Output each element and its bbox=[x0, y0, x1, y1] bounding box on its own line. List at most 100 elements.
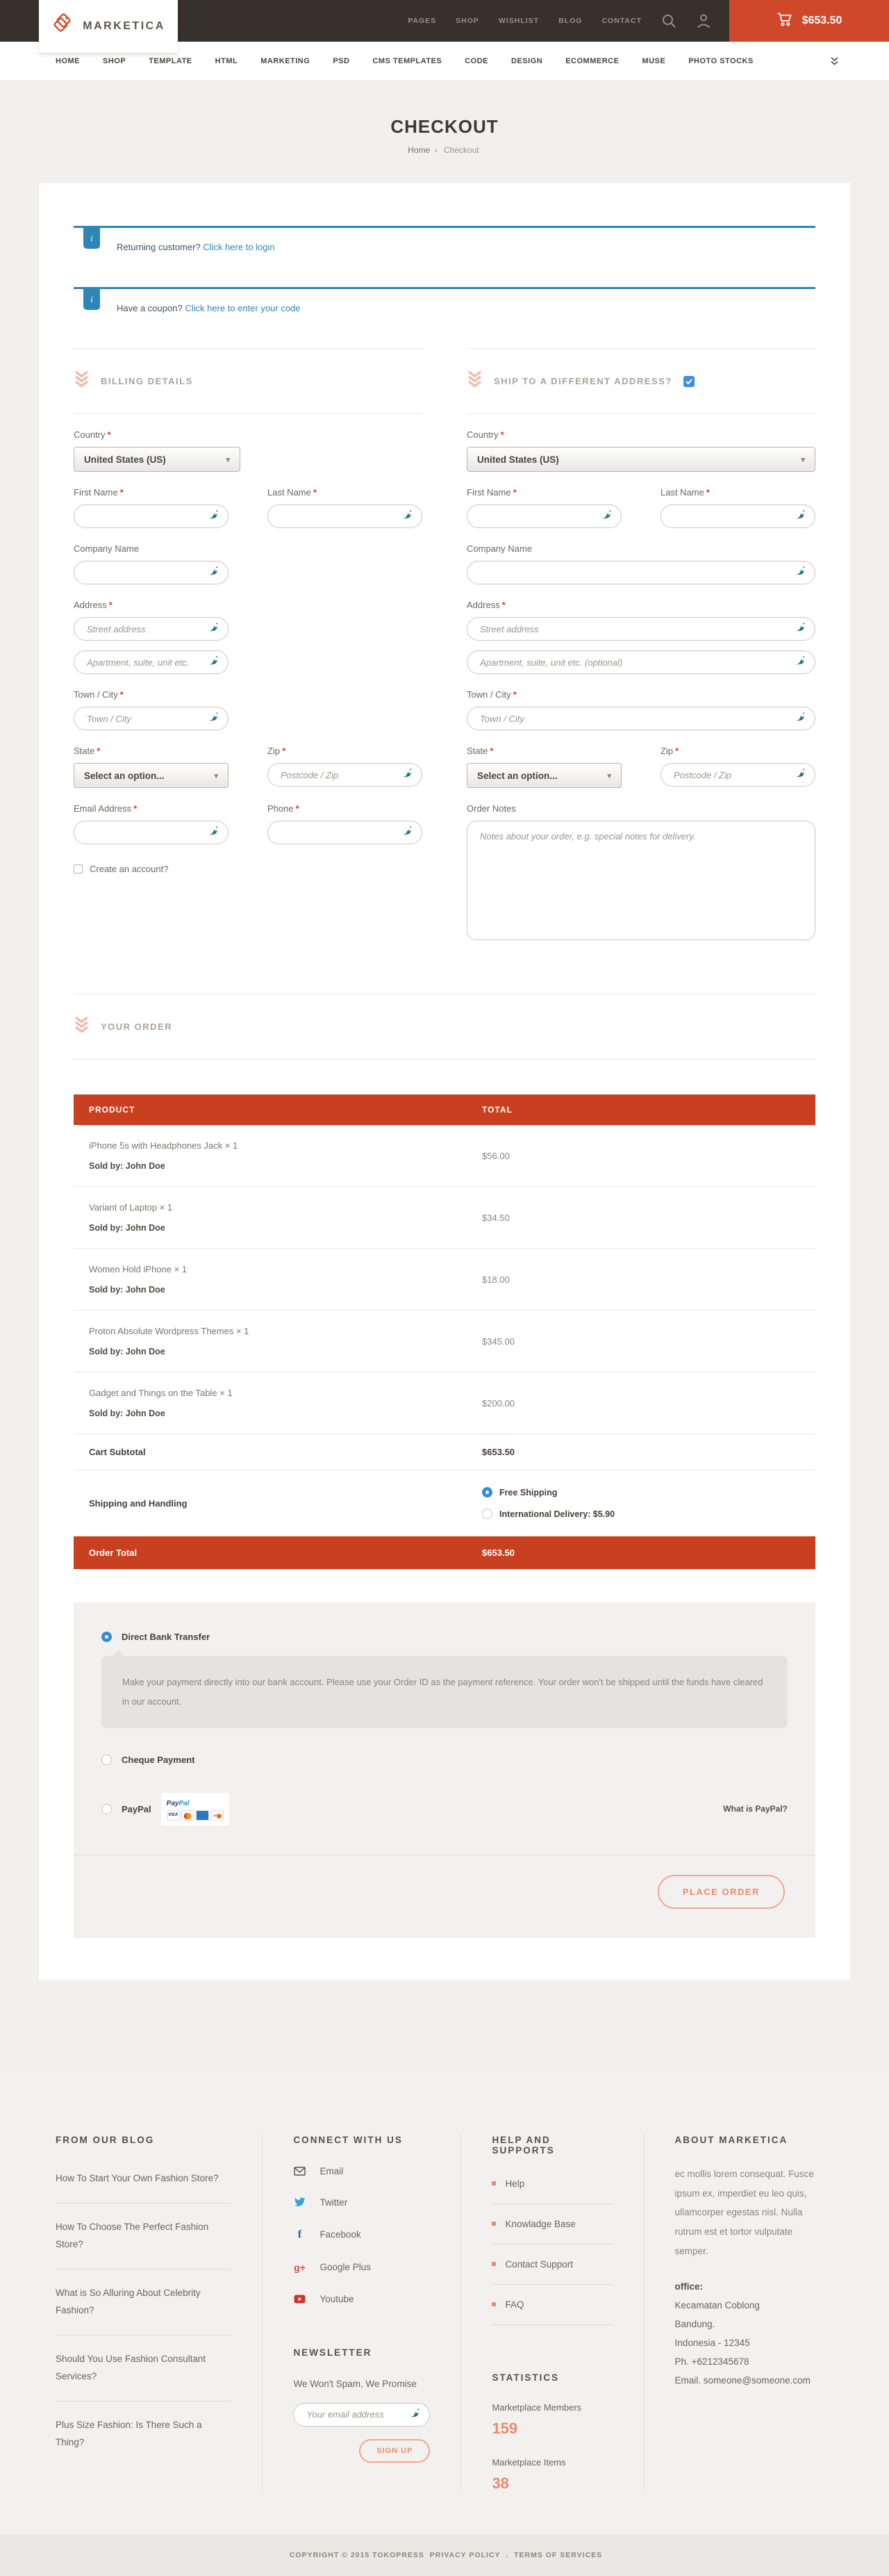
column-product: PRODUCT bbox=[74, 1094, 467, 1125]
ship-different-checkbox[interactable] bbox=[683, 376, 695, 387]
faq-link[interactable]: FAQ bbox=[492, 2285, 613, 2325]
terms-link[interactable]: TERMS OF SERVICES bbox=[514, 2551, 602, 2559]
google-plus-icon: g+ bbox=[293, 2262, 306, 2273]
nav-photo-stocks[interactable]: PHOTO STOCKS bbox=[688, 57, 754, 65]
product-seller: Sold by: John Doe bbox=[89, 1223, 451, 1233]
shipping-address2-input[interactable] bbox=[467, 650, 815, 674]
radio-unselected[interactable] bbox=[101, 1804, 112, 1814]
nav-template[interactable]: TEMPLATE bbox=[149, 57, 192, 65]
top-nav-contact[interactable]: CONTACT bbox=[601, 17, 642, 25]
bank-transfer-description: Make your payment directly into our bank… bbox=[101, 1656, 788, 1728]
billing-email-input[interactable] bbox=[74, 821, 229, 844]
payment-bank-option[interactable]: Direct Bank Transfer bbox=[101, 1632, 788, 1642]
knowledge-base-link[interactable]: Knowladge Base bbox=[492, 2204, 613, 2245]
nav-muse[interactable]: MUSE bbox=[642, 57, 665, 65]
radio-selected[interactable] bbox=[482, 1487, 492, 1498]
radio-unselected[interactable] bbox=[101, 1755, 112, 1765]
payment-paypal-option[interactable]: PayPal PayPal VISA DISC What is PayPal? bbox=[101, 1793, 788, 1826]
billing-street-input[interactable] bbox=[74, 617, 229, 641]
social-link-facebook[interactable]: f Facebook bbox=[293, 2229, 430, 2241]
order-row: Proton Absolute Wordpress Themes × 1 Sol… bbox=[74, 1311, 815, 1372]
create-account-checkbox[interactable] bbox=[74, 864, 83, 873]
shipping-first-name-input[interactable] bbox=[467, 504, 622, 528]
copyright-bar: COPYRIGHT © 2015 TOKOPRESS PRIVACY POLIC… bbox=[0, 2534, 889, 2576]
double-chevron-down-icon[interactable] bbox=[830, 56, 839, 66]
newsletter-email-input[interactable] bbox=[293, 2403, 430, 2427]
billing-state-select[interactable]: Select an option... bbox=[74, 763, 229, 788]
coupon-link[interactable]: Click here to enter your code bbox=[185, 303, 300, 313]
cart-button[interactable]: $653.50 bbox=[729, 0, 889, 42]
privacy-policy-link[interactable]: PRIVACY POLICY bbox=[430, 2551, 501, 2559]
place-order-button[interactable]: PLACE ORDER bbox=[658, 1875, 785, 1909]
blog-post-link[interactable]: What is So Alluring About Celebrity Fash… bbox=[56, 2270, 231, 2336]
nav-design[interactable]: DESIGN bbox=[511, 57, 542, 65]
billing-address2-input[interactable] bbox=[74, 650, 229, 674]
newsletter-signup-button[interactable]: SIGN UP bbox=[359, 2439, 430, 2463]
logo[interactable]: MARKETICA bbox=[39, 0, 178, 53]
billing-company-input[interactable] bbox=[74, 561, 229, 584]
top-nav-pages[interactable]: PAGES bbox=[408, 17, 436, 25]
payment-cheque-option[interactable]: Cheque Payment bbox=[101, 1755, 788, 1765]
nav-cms-templates[interactable]: CMS TEMPLATES bbox=[372, 57, 442, 65]
billing-phone-input[interactable] bbox=[267, 821, 422, 844]
shipping-option-free[interactable]: Free Shipping bbox=[482, 1487, 800, 1498]
shipping-zip-input[interactable] bbox=[660, 763, 815, 787]
shipping-street-input[interactable] bbox=[467, 617, 815, 641]
create-account-row: Create an account? bbox=[74, 864, 422, 874]
top-nav-wishlist[interactable]: WISHLIST bbox=[499, 17, 539, 25]
product-seller: Sold by: John Doe bbox=[89, 1347, 451, 1356]
nav-code[interactable]: CODE bbox=[465, 57, 488, 65]
what-is-paypal-link[interactable]: What is PayPal? bbox=[723, 1804, 788, 1814]
product-total: $34.50 bbox=[467, 1197, 815, 1238]
billing-first-name-input[interactable] bbox=[74, 504, 229, 528]
user-icon[interactable] bbox=[696, 13, 711, 28]
payment-panel: Direct Bank Transfer Make your payment d… bbox=[74, 1602, 815, 1938]
radio-unselected[interactable] bbox=[482, 1509, 492, 1519]
help-link[interactable]: Help bbox=[492, 2164, 613, 2204]
cheque-label: Cheque Payment bbox=[122, 1755, 194, 1765]
top-nav-blog[interactable]: BLOG bbox=[558, 17, 582, 25]
billing-town-input[interactable] bbox=[74, 707, 229, 730]
blog-post-link[interactable]: Plus Size Fashion: Is There Such a Thing… bbox=[56, 2402, 231, 2467]
social-link-twitter[interactable]: Twitter bbox=[293, 2197, 430, 2208]
shipping-company-input[interactable] bbox=[467, 561, 815, 584]
shipping-country-select[interactable]: United States (US) bbox=[467, 447, 815, 472]
shipping-option-international[interactable]: International Delivery: $5.90 bbox=[482, 1509, 800, 1519]
info-icon: i bbox=[83, 289, 100, 310]
breadcrumb-home[interactable]: Home bbox=[408, 145, 430, 155]
social-link-google-plus[interactable]: g+ Google Plus bbox=[293, 2262, 430, 2273]
product-name: iPhone 5s with Headphones Jack × 1 bbox=[89, 1140, 451, 1151]
nav-home[interactable]: HOME bbox=[56, 57, 80, 65]
top-nav-shop[interactable]: SHOP bbox=[456, 17, 479, 25]
contact-support-link[interactable]: Contact Support bbox=[492, 2245, 613, 2285]
nav-psd[interactable]: PSD bbox=[333, 57, 349, 65]
nav-marketing[interactable]: MARKETING bbox=[260, 57, 310, 65]
blog-post-link[interactable]: Should You Use Fashion Consultant Servic… bbox=[56, 2336, 231, 2402]
search-icon[interactable] bbox=[661, 13, 676, 28]
order-notes-input[interactable] bbox=[467, 821, 815, 940]
about-column-title: ABOUT MARKETICA bbox=[675, 2135, 820, 2145]
cart-subtotal-row: Cart Subtotal $653.50 bbox=[74, 1434, 815, 1470]
blog-post-link[interactable]: How To Choose The Perfect Fashion Store? bbox=[56, 2204, 231, 2270]
blog-post-link[interactable]: How To Start Your Own Fashion Store? bbox=[56, 2155, 231, 2204]
social-link-email[interactable]: Email bbox=[293, 2166, 430, 2176]
nav-shop[interactable]: SHOP bbox=[103, 57, 126, 65]
billing-zip-input[interactable] bbox=[267, 763, 422, 787]
office-line: Email. someone@someone.com bbox=[675, 2371, 820, 2390]
bank-transfer-label: Direct Bank Transfer bbox=[122, 1632, 210, 1642]
billing-first-name-label: First Name* bbox=[74, 487, 229, 498]
billing-email-label: Email Address* bbox=[74, 803, 229, 814]
shipping-state-select[interactable]: Select an option... bbox=[467, 763, 622, 788]
shipping-town-label: Town / City* bbox=[467, 689, 815, 700]
social-link-youtube[interactable]: Youtube bbox=[293, 2294, 430, 2304]
billing-country-select[interactable]: United States (US) bbox=[74, 447, 240, 472]
nav-ecommerce[interactable]: ECOMMERCE bbox=[565, 57, 619, 65]
shipping-town-input[interactable] bbox=[467, 707, 815, 730]
shipping-last-name-input[interactable] bbox=[660, 504, 815, 528]
login-link[interactable]: Click here to login bbox=[203, 242, 274, 252]
radio-selected[interactable] bbox=[101, 1632, 112, 1642]
billing-last-name-input[interactable] bbox=[267, 504, 422, 528]
shipping-last-name-label: Last Name* bbox=[660, 487, 815, 498]
stat-members-value: 159 bbox=[492, 2420, 613, 2438]
nav-html[interactable]: HTML bbox=[215, 57, 238, 65]
